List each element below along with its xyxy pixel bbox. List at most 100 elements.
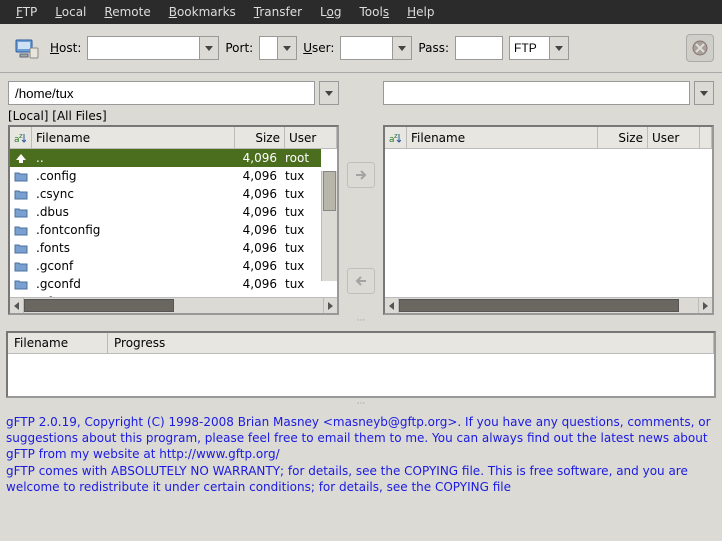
remote-pane: az Filename Size User [379,81,718,315]
port-input[interactable] [259,36,277,60]
remote-path-input[interactable] [383,81,690,105]
remote-filter-label [379,109,718,125]
log-grip-icon[interactable]: ··· [0,398,722,410]
menu-local[interactable]: Local [47,3,94,21]
protocol-dropdown-icon[interactable] [549,36,569,60]
table-row[interactable]: .fonts4,096tux [10,239,321,257]
local-filelist: az Filename Size User ..4,096root.config… [8,125,339,315]
host-dropdown-icon[interactable] [199,36,219,60]
remote-header-user[interactable]: User [648,127,700,148]
stop-button[interactable] [686,34,714,62]
protocol-combo[interactable] [509,36,569,60]
remote-headers: az Filename Size User [385,127,712,149]
menu-bookmarks[interactable]: Bookmarks [161,3,244,21]
remote-hscroll-thumb[interactable] [399,299,679,312]
user-dropdown-icon[interactable] [392,36,412,60]
table-row[interactable]: .gconfd4,096tux [10,275,321,293]
file-name: .gconfd [32,277,231,291]
menu-tools[interactable]: Tools [352,3,398,21]
menu-ftp[interactable]: FTP [8,3,45,21]
folder-icon [10,242,32,254]
panes: [Local] [All Files] az Filename Size Use… [0,73,722,315]
local-vscroll-thumb[interactable] [323,171,336,211]
sort-icon[interactable]: az [10,127,32,148]
table-row[interactable]: .config4,096tux [10,167,321,185]
file-size: 4,096 [231,277,281,291]
file-size: 4,096 [231,223,281,237]
protocol-input[interactable] [509,36,549,60]
file-user: tux [281,169,321,183]
port-dropdown-icon[interactable] [277,36,297,60]
file-name: .csync [32,187,231,201]
menu-transfer[interactable]: Transfer [246,3,310,21]
folder-icon [10,224,32,236]
file-user: tux [281,241,321,255]
progress-header-progress[interactable]: Progress [108,333,714,353]
host-input[interactable] [87,36,199,60]
table-row[interactable]: .gconf4,096tux [10,257,321,275]
svg-text:z: z [19,132,23,140]
menubar: FTP Local Remote Bookmarks Transfer Log … [0,0,722,24]
user-combo[interactable] [340,36,412,60]
remote-header-size[interactable]: Size [598,127,648,148]
host-label: Host: [50,41,81,55]
transfer-left-button[interactable] [347,268,375,294]
port-label: Port: [225,41,253,55]
transfer-buttons [345,81,377,315]
folder-icon [10,206,32,218]
file-name: .dbus [32,205,231,219]
table-row[interactable]: .csync4,096tux [10,185,321,203]
svg-text:z: z [394,132,398,140]
log-line-2: gFTP comes with ABSOLUTELY NO WARRANTY; … [6,463,716,495]
file-user: tux [281,277,321,291]
file-name: .config [32,169,231,183]
table-row[interactable]: .dbus4,096tux [10,203,321,221]
pane-grip-icon[interactable]: ··· [0,315,722,327]
connect-icon[interactable] [8,30,44,66]
remote-rows [385,149,712,297]
chevron-left-icon[interactable] [10,298,24,313]
up-arrow-icon [10,152,32,164]
port-combo[interactable] [259,36,297,60]
remote-header-filename[interactable]: Filename [407,127,598,148]
local-header-user[interactable]: User [285,127,337,148]
remote-hscrollbar[interactable] [385,297,712,313]
menu-help[interactable]: Help [399,3,442,21]
chevron-left-icon[interactable] [385,298,399,313]
user-label: User: [303,41,334,55]
pass-label: Pass: [418,41,449,55]
sort-icon[interactable]: az [385,127,407,148]
menu-remote[interactable]: Remote [96,3,158,21]
local-hscroll-thumb[interactable] [24,299,174,312]
remote-header-extra[interactable] [700,127,712,148]
progress-header-filename[interactable]: Filename [8,333,108,353]
log-line-1: gFTP 2.0.19, Copyright (C) 1998-2008 Bri… [6,414,716,463]
local-rows: ..4,096root.config4,096tux.csync4,096tux… [10,149,321,297]
local-hscrollbar[interactable] [10,297,337,313]
transfer-right-button[interactable] [347,162,375,188]
host-combo[interactable] [87,36,219,60]
chevron-right-icon[interactable] [323,298,337,313]
progress-body [8,354,714,396]
file-size: 4,096 [231,187,281,201]
local-header-size[interactable]: Size [235,127,285,148]
progress-panel: Filename Progress [6,331,716,398]
file-user: tux [281,205,321,219]
user-input[interactable] [340,36,392,60]
remote-path-dropdown-icon[interactable] [694,81,714,105]
file-size: 4,096 [231,259,281,273]
local-path-input[interactable] [8,81,315,105]
menu-log[interactable]: Log [312,3,349,21]
chevron-right-icon[interactable] [698,298,712,313]
local-vscrollbar[interactable] [321,171,337,281]
file-size: 4,096 [231,205,281,219]
remote-filelist: az Filename Size User [383,125,714,315]
file-user: tux [281,259,321,273]
local-path-dropdown-icon[interactable] [319,81,339,105]
file-size: 4,096 [231,151,281,165]
pass-input[interactable] [455,36,503,60]
file-name: .fonts [32,241,231,255]
table-row[interactable]: .fontconfig4,096tux [10,221,321,239]
local-header-filename[interactable]: Filename [32,127,235,148]
table-row[interactable]: ..4,096root [10,149,321,167]
